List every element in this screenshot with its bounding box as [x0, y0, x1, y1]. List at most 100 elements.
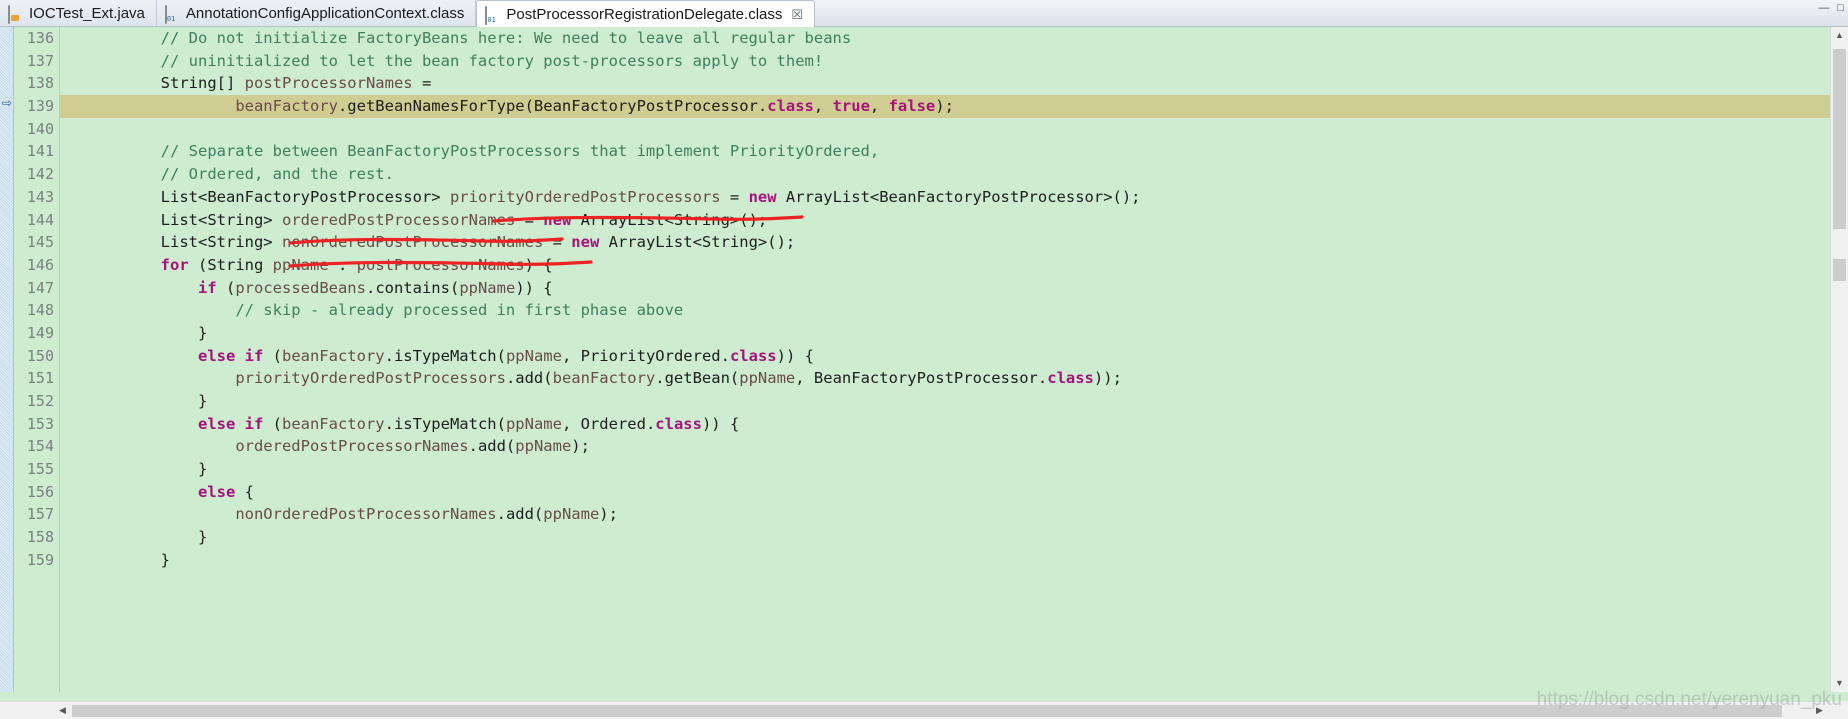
scroll-down-icon[interactable]: ▼	[1831, 675, 1848, 692]
token-plain: =	[515, 210, 544, 229]
horizontal-scrollbar[interactable]: ◀ ▶	[0, 701, 1848, 719]
line-number: 155	[26, 460, 54, 479]
code-line-143[interactable]: List<BeanFactoryPostProcessor> priorityO…	[60, 186, 1830, 209]
token-keyword: class	[767, 97, 814, 116]
code-line-136[interactable]: // Do not initialize FactoryBeans here: …	[60, 27, 1830, 50]
token-plain: ArrayList<String>();	[571, 210, 768, 229]
token-plain: ));	[1093, 369, 1122, 388]
code-line-157[interactable]: nonOrderedPostProcessorNames.add(ppName)…	[60, 503, 1830, 526]
token-plain: .add(	[496, 505, 544, 524]
code-line-148[interactable]: // skip - already processed in first pha…	[60, 299, 1830, 322]
line-number: 150	[26, 346, 54, 365]
tab-label: IOCTest_Ext.java	[29, 4, 145, 22]
code-line-153[interactable]: else if (beanFactory.isTypeMatch(ppName,…	[60, 413, 1830, 436]
line-number: 142	[26, 165, 54, 184]
token-comment: // Do not initialize FactoryBeans here: …	[160, 29, 852, 47]
token-var: nonOrderedPostProcessorNames	[281, 233, 544, 252]
code-line-144[interactable]: List<String> orderedPostProcessorNames =…	[60, 209, 1830, 232]
code-line-156[interactable]: else {	[60, 481, 1830, 504]
token-var: beanFactory	[281, 346, 385, 365]
token-keyword: else if	[197, 414, 264, 433]
token-comment: // uninitialized to let the bean factory…	[160, 51, 824, 70]
code-line-155[interactable]: }	[60, 458, 1830, 481]
token-var: ppName	[543, 505, 600, 524]
tab-bar-filler	[815, 0, 1848, 26]
tab-ioctest-ext-java[interactable]: IOCTest_Ext.java	[0, 0, 157, 26]
line-number: 146	[26, 255, 54, 274]
token-comment: // Separate between BeanFactoryPostProce…	[160, 142, 880, 161]
maximize-button[interactable]: □	[1837, 3, 1844, 14]
tab-postprocessorregistrationdelegate-class[interactable]: PostProcessorRegistrationDelegate.class …	[476, 0, 816, 27]
code-line-158[interactable]: }	[60, 526, 1830, 549]
code-line-145[interactable]: List<String> nonOrderedPostProcessorName…	[60, 231, 1830, 254]
token-keyword: class	[729, 346, 777, 365]
scroll-up-icon[interactable]: ▲	[1831, 27, 1848, 44]
class-file-icon	[485, 5, 500, 25]
code-line-152[interactable]: }	[60, 390, 1830, 413]
scroll-left-icon[interactable]: ◀	[54, 702, 71, 719]
token-plain: =	[412, 74, 432, 93]
code-line-137[interactable]: // uninitialized to let the bean factory…	[60, 50, 1830, 73]
vertical-scroll-marker[interactable]	[1833, 259, 1846, 281]
code-line-151[interactable]: priorityOrderedPostProcessors.add(beanFa…	[60, 367, 1830, 390]
token-plain: }	[197, 528, 208, 547]
current-instruction-pointer-icon: ⇨	[1, 96, 13, 110]
class-file-icon	[164, 4, 180, 24]
minimize-button[interactable]: —	[1818, 3, 1829, 14]
code-line-150[interactable]: else if (beanFactory.isTypeMatch(ppName,…	[60, 345, 1830, 368]
tab-annotationconfigapplicationcontext-class[interactable]: AnnotationConfigApplicationContext.class	[156, 0, 477, 26]
token-var: priorityOrderedPostProcessors	[449, 187, 721, 206]
line-number: 138	[26, 74, 54, 93]
horizontal-scroll-thumb[interactable]	[72, 705, 1782, 717]
annotation-ruler[interactable]: ⇨	[0, 27, 14, 692]
token-plain: .add(	[468, 437, 516, 456]
token-plain: String[]	[160, 74, 245, 93]
close-icon[interactable]: ☒	[791, 8, 803, 21]
code-line-138[interactable]: String[] postProcessorNames =	[60, 72, 1830, 95]
vertical-scroll-thumb[interactable]	[1833, 49, 1846, 229]
token-var: postProcessorNames	[244, 74, 413, 93]
token-comment: // skip - already processed in first pha…	[235, 301, 684, 320]
code-line-139[interactable]: beanFactory.getBeanNamesForType(BeanFact…	[60, 95, 1830, 118]
code-line-140[interactable]	[60, 118, 1830, 141]
token-plain: (	[263, 414, 282, 433]
token-var: ppName	[272, 255, 329, 274]
code-line-159[interactable]: }	[60, 549, 1830, 572]
token-plain: ,	[813, 97, 833, 116]
scroll-right-icon[interactable]: ▶	[1811, 702, 1828, 719]
line-number: 158	[26, 528, 54, 547]
token-plain: List<BeanFactoryPostProcessor>	[160, 187, 450, 206]
token-keyword: new	[748, 187, 777, 206]
token-plain: .contains(	[365, 278, 460, 297]
token-plain: }	[197, 323, 208, 342]
editor-window: IOCTest_Ext.java AnnotationConfigApplica…	[0, 0, 1848, 719]
line-number: 145	[26, 233, 54, 252]
line-number: 152	[26, 392, 54, 410]
code-line-147[interactable]: if (processedBeans.contains(ppName)) {	[60, 277, 1830, 300]
token-plain: }	[197, 392, 208, 410]
code-line-141[interactable]: // Separate between BeanFactoryPostProce…	[60, 140, 1830, 163]
token-var: ppName	[739, 369, 796, 388]
token-plain: .getBeanNamesForType(BeanFactoryPostProc…	[337, 97, 768, 116]
code-line-142[interactable]: // Ordered, and the rest.	[60, 163, 1830, 186]
editor-tab-bar: IOCTest_Ext.java AnnotationConfigApplica…	[0, 0, 1848, 27]
code-line-146[interactable]: for (String ppName : postProcessorNames)…	[60, 254, 1830, 277]
token-plain: :	[328, 255, 357, 274]
code-content[interactable]: // Do not initialize FactoryBeans here: …	[60, 27, 1830, 692]
code-line-149[interactable]: }	[60, 322, 1830, 345]
token-plain: );	[935, 97, 954, 116]
vertical-scrollbar[interactable]: ▲ ▼	[1830, 27, 1848, 692]
code-editor: ⇨ 136 137 138 139 140 141 142 143 144 145 146 147 14…	[0, 27, 1848, 719]
token-var: ppName	[459, 278, 516, 297]
line-number: 159	[26, 550, 54, 569]
code-line-154[interactable]: orderedPostProcessorNames.add(ppName);	[60, 435, 1830, 458]
